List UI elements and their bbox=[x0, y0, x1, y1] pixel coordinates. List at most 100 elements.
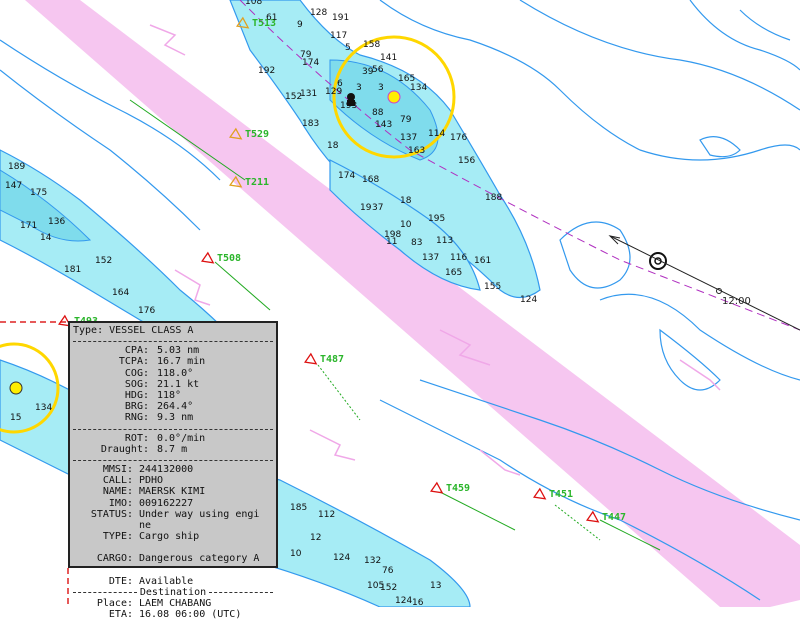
depth-sounding: 116 bbox=[450, 253, 467, 263]
field-label: CARGO: bbox=[96, 553, 133, 565]
time-mark-label: 12:00 bbox=[722, 296, 751, 307]
depth-sounding: 189 bbox=[8, 162, 25, 172]
depth-sounding: 76 bbox=[382, 566, 394, 576]
depth-sounding: 3 bbox=[378, 83, 384, 93]
field-label: TYPE: bbox=[102, 531, 133, 543]
field-label: DTE: bbox=[108, 575, 133, 587]
field-label: IMO: bbox=[108, 497, 133, 509]
depth-sounding: 152 bbox=[95, 256, 112, 266]
depth-sounding: 156 bbox=[458, 156, 475, 166]
depth-sounding: 112 bbox=[318, 510, 335, 520]
depth-sounding: 114 bbox=[428, 129, 445, 139]
field-value: 21.1 kt bbox=[157, 378, 200, 390]
depth-sounding: 131 bbox=[300, 89, 317, 99]
ais-target-T487[interactable]: T487 bbox=[303, 352, 344, 368]
target-triangle-icon bbox=[429, 481, 444, 494]
target-label: T508 bbox=[217, 253, 241, 264]
field-value: Under way using engi ne bbox=[139, 508, 260, 532]
field-value: 118.0° bbox=[157, 367, 194, 379]
target-triangle-icon bbox=[303, 352, 318, 365]
ais-target-T508[interactable]: T508 bbox=[200, 251, 241, 267]
depth-sounding: 137 bbox=[422, 253, 439, 263]
motion-row: ROT: 0.0°/min bbox=[73, 433, 273, 444]
depth-sounding: 137 bbox=[400, 133, 417, 143]
depth-sounding: 155 bbox=[484, 282, 501, 292]
depth-sounding: 181 bbox=[64, 265, 81, 275]
depth-sounding: 124 bbox=[395, 596, 412, 606]
selected-target-marker[interactable] bbox=[387, 90, 401, 104]
ais-target-T459[interactable]: T459 bbox=[429, 481, 470, 497]
depth-sounding: 183 bbox=[302, 119, 319, 129]
field-value: 16.7 min bbox=[157, 356, 206, 368]
target-info-popup[interactable]: Type: VESSEL CLASS A CPA: 5.03 nm TCPA: 16.… bbox=[68, 321, 278, 620]
target-label: T451 bbox=[549, 489, 573, 500]
depth-sounding: 128 bbox=[310, 8, 327, 18]
depth-sounding: 136 bbox=[48, 217, 65, 227]
field-label: TCPA: bbox=[118, 356, 149, 368]
depth-sounding: 175 bbox=[30, 188, 47, 198]
depth-sounding: 134 bbox=[35, 403, 52, 413]
depth-sounding: 152 bbox=[380, 583, 397, 593]
depth-sounding: 129 bbox=[325, 87, 342, 97]
depth-sounding: 193 bbox=[340, 101, 357, 111]
static-row: TYPE: Cargo ship bbox=[73, 531, 273, 542]
ais-target-T451[interactable]: T451 bbox=[532, 487, 573, 503]
nav-row: TCPA: 16.7 min bbox=[73, 356, 273, 367]
depth-sounding: 79 bbox=[400, 115, 412, 125]
depth-sounding: 12 bbox=[310, 533, 321, 543]
field-value: 264.4° bbox=[157, 401, 194, 413]
depth-sounding: 152 bbox=[285, 92, 302, 102]
depth-sounding: 124 bbox=[520, 295, 537, 305]
depth-sounding: 158 bbox=[363, 40, 380, 50]
target-label: T487 bbox=[320, 354, 344, 365]
target-triangle-icon bbox=[585, 510, 600, 523]
depth-sounding: 163 bbox=[408, 146, 425, 156]
field-value: 009162227 bbox=[139, 497, 194, 509]
field-label: COG: bbox=[124, 367, 149, 379]
divider bbox=[73, 460, 273, 462]
depth-sounding: 14 bbox=[40, 233, 52, 243]
field-value: MAERSK KIMI bbox=[139, 486, 206, 498]
depth-sounding: 13 bbox=[430, 581, 441, 591]
depth-sounding: 141 bbox=[380, 53, 397, 63]
static-row: MMSI: 244132000 bbox=[73, 464, 273, 475]
static-row: CALL: PDHO bbox=[73, 475, 273, 486]
field-label: CALL: bbox=[102, 475, 133, 487]
field-value: 118° bbox=[157, 390, 182, 402]
field-label: MMSI: bbox=[102, 464, 133, 476]
field-label: NAME: bbox=[102, 486, 133, 498]
field-label: Draught: bbox=[100, 443, 149, 455]
field-value: Cargo ship bbox=[139, 531, 200, 543]
depth-sounding: 61 bbox=[266, 13, 277, 23]
destination-header: Destination bbox=[73, 587, 274, 598]
selected-target-marker[interactable] bbox=[9, 381, 23, 395]
eta-value: 16.08 06:00 (UTC) bbox=[139, 609, 242, 620]
depth-sounding: 37 bbox=[372, 203, 383, 213]
field-value: 5.03 nm bbox=[157, 345, 200, 357]
own-ship[interactable] bbox=[608, 235, 800, 331]
depth-sounding: 147 bbox=[5, 181, 22, 191]
target-label: T447 bbox=[602, 512, 626, 523]
depth-sounding: 185 bbox=[290, 503, 307, 513]
nav-row: BRG: 264.4° bbox=[73, 401, 273, 412]
nav-row: COG: 118.0° bbox=[73, 368, 273, 379]
field-label: SOG: bbox=[124, 378, 149, 390]
static-row: CARGO: Dangerous category A bbox=[73, 553, 273, 564]
field-label: BRG: bbox=[124, 401, 149, 413]
depth-sounding: 3 bbox=[356, 83, 362, 93]
place-row: Place: LAEM CHABANG bbox=[73, 598, 273, 609]
depth-sounding: 18 bbox=[327, 141, 339, 151]
eta-row: ETA: 16.08 06:00 (UTC) bbox=[73, 609, 273, 620]
popup-type-row: Type: VESSEL CLASS A bbox=[73, 325, 273, 336]
depth-sounding: 143 bbox=[375, 120, 392, 130]
depth-sounding: 10 bbox=[290, 549, 302, 559]
field-label: RNG: bbox=[124, 412, 149, 424]
depth-sounding: 124 bbox=[333, 553, 350, 563]
nav-row: SOG: 21.1 kt bbox=[73, 379, 273, 390]
field-value: 8.7 m bbox=[157, 443, 188, 455]
nav-row: HDG: 118° bbox=[73, 390, 273, 401]
field-value: PDHO bbox=[139, 475, 164, 487]
motion-row: Draught: 8.7 m bbox=[73, 444, 273, 455]
depth-sounding: 164 bbox=[112, 288, 129, 298]
depth-sounding: 192 bbox=[258, 66, 275, 76]
